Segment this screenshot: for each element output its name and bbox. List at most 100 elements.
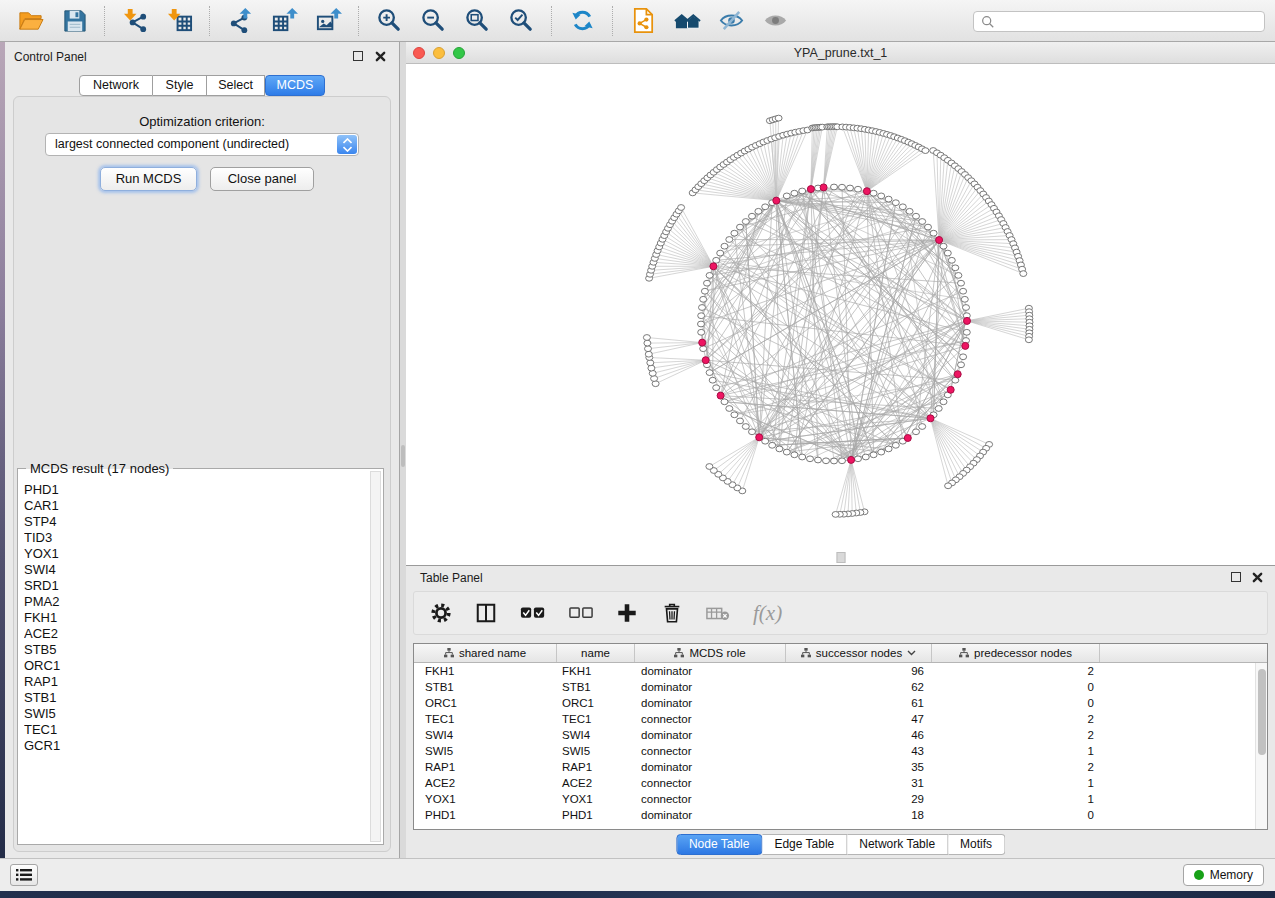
mcds-result-item[interactable]: STP4 — [24, 514, 367, 530]
network-title: YPA_prune.txt_1 — [406, 46, 1275, 60]
cell-MCDS-role: connector — [635, 775, 786, 791]
zoom-out-icon[interactable] — [418, 6, 448, 36]
clone-network-icon[interactable] — [628, 6, 658, 36]
mcds-result-item[interactable]: STB5 — [24, 642, 367, 658]
network-view-panel: YPA_prune.txt_1 — [406, 42, 1275, 565]
criterion-select[interactable]: largest connected component (undirected) — [45, 133, 359, 156]
mcds-result-item[interactable]: ACE2 — [24, 626, 367, 642]
mcds-result-item[interactable]: CAR1 — [24, 498, 367, 514]
mcds-list-scrollbar[interactable] — [370, 471, 381, 842]
cell-name: TEC1 — [557, 711, 635, 727]
mcds-result-item[interactable]: PHD1 — [24, 482, 367, 498]
open-file-icon[interactable] — [15, 6, 45, 36]
cell-MCDS-role: connector — [635, 791, 786, 807]
desktop-edge-bottom — [0, 891, 1275, 898]
table-scrollbar[interactable] — [1255, 663, 1267, 829]
cell-predecessor-nodes: 2 — [932, 759, 1100, 775]
select-all-icon[interactable] — [520, 604, 546, 622]
export-table-icon[interactable] — [269, 6, 299, 36]
splitter-handle[interactable] — [401, 445, 405, 467]
tab-style[interactable]: Style — [153, 75, 207, 96]
export-image-icon[interactable] — [313, 6, 343, 36]
cell-successor-nodes: 43 — [786, 743, 932, 759]
float-table-panel-icon[interactable] — [1231, 572, 1241, 582]
close-panel-icon[interactable] — [375, 51, 386, 62]
cell-predecessor-nodes: 1 — [932, 791, 1100, 807]
mcds-result-item[interactable]: FKH1 — [24, 610, 367, 626]
column-header-MCDS-role[interactable]: MCDS role — [635, 644, 786, 662]
close-table-panel-icon[interactable] — [1252, 572, 1263, 583]
tab-motifs[interactable]: Motifs — [948, 834, 1005, 855]
mcds-result-item[interactable]: TID3 — [24, 530, 367, 546]
zoom-fit-icon[interactable] — [462, 6, 492, 36]
memory-status-icon — [1194, 870, 1204, 880]
mcds-result-item[interactable]: PMA2 — [24, 594, 367, 610]
cell-name: ORC1 — [557, 695, 635, 711]
delete-icon[interactable] — [661, 602, 683, 624]
horizontal-splitter-handle[interactable] — [836, 552, 845, 563]
cell-name: PHD1 — [557, 807, 635, 823]
column-header-successor-nodes[interactable]: successor nodes — [786, 644, 932, 662]
mcds-result-item[interactable]: GCR1 — [24, 738, 367, 754]
table-row[interactable]: ACE2ACE2connector311 — [414, 775, 1267, 791]
table-row[interactable]: TEC1TEC1connector472 — [414, 711, 1267, 727]
close-panel-button[interactable]: Close panel — [210, 167, 314, 191]
column-header-name[interactable]: name — [557, 644, 635, 662]
table-row[interactable]: YOX1YOX1connector291 — [414, 791, 1267, 807]
home-networks-icon[interactable] — [672, 6, 702, 36]
memory-button[interactable]: Memory — [1183, 864, 1264, 886]
hide-graphics-icon[interactable] — [716, 6, 746, 36]
cell-predecessor-nodes: 2 — [932, 711, 1100, 727]
zoom-in-icon[interactable] — [374, 6, 404, 36]
tab-edge-table[interactable]: Edge Table — [762, 834, 847, 855]
mcds-result-list[interactable]: PHD1CAR1STP4TID3YOX1SWI4SRD1PMA2FKH1ACE2… — [24, 482, 367, 840]
import-table-icon[interactable] — [164, 6, 194, 36]
mcds-result-item[interactable]: TEC1 — [24, 722, 367, 738]
mcds-result-item[interactable]: SWI4 — [24, 562, 367, 578]
table-row[interactable]: SWI5SWI5connector431 — [414, 743, 1267, 759]
tab-mcds[interactable]: MCDS — [265, 75, 325, 96]
table-row[interactable]: FKH1FKH1dominator962 — [414, 663, 1267, 679]
show-columns-icon[interactable] — [475, 602, 497, 624]
mcds-result-item[interactable]: RAP1 — [24, 674, 367, 690]
tab-select[interactable]: Select — [207, 75, 265, 96]
task-history-button[interactable] — [10, 864, 38, 886]
mcds-result-item[interactable]: STB1 — [24, 690, 367, 706]
cell-predecessor-nodes: 0 — [932, 679, 1100, 695]
table-row[interactable]: RAP1RAP1dominator352 — [414, 759, 1267, 775]
cell-MCDS-role: connector — [635, 711, 786, 727]
tab-network[interactable]: Network — [79, 75, 153, 96]
table-scrollbar-thumb[interactable] — [1258, 669, 1266, 755]
table-row[interactable]: SWI4SWI4dominator462 — [414, 727, 1267, 743]
network-canvas[interactable] — [406, 64, 1275, 565]
export-network-icon[interactable] — [225, 6, 255, 36]
mcds-result-item[interactable]: SRD1 — [24, 578, 367, 594]
mcds-result-box: MCDS result (17 nodes) PHD1CAR1STP4TID3Y… — [17, 468, 384, 845]
save-icon[interactable] — [59, 6, 89, 36]
mcds-result-item[interactable]: SWI5 — [24, 706, 367, 722]
table-row[interactable]: PHD1PHD1dominator180 — [414, 807, 1267, 823]
cell-shared-name: SWI4 — [414, 727, 557, 743]
tab-node-table[interactable]: Node Table — [676, 834, 763, 855]
search-input[interactable] — [973, 11, 1265, 32]
cell-successor-nodes: 35 — [786, 759, 932, 775]
column-header-shared-name[interactable]: shared name — [414, 644, 557, 662]
import-network-icon[interactable] — [120, 6, 150, 36]
refresh-icon[interactable] — [567, 6, 597, 36]
column-header-predecessor-nodes[interactable]: predecessor nodes — [932, 644, 1100, 662]
tab-network-table[interactable]: Network Table — [847, 834, 948, 855]
table-settings-icon[interactable] — [430, 602, 452, 624]
mcds-result-item[interactable]: YOX1 — [24, 546, 367, 562]
float-panel-icon[interactable] — [353, 51, 363, 61]
add-icon[interactable] — [616, 602, 638, 624]
table-row[interactable]: STB1STB1dominator620 — [414, 679, 1267, 695]
deselect-all-icon[interactable] — [569, 605, 593, 621]
cell-MCDS-role: dominator — [635, 807, 786, 823]
zoom-selected-icon[interactable] — [506, 6, 536, 36]
mcds-result-item[interactable]: ORC1 — [24, 658, 367, 674]
table-header-row: shared namenameMCDS rolesuccessor nodesp… — [414, 644, 1267, 663]
cell-shared-name: ORC1 — [414, 695, 557, 711]
table-row[interactable]: ORC1ORC1dominator610 — [414, 695, 1267, 711]
function-builder-icon: f(x) — [753, 601, 782, 626]
run-mcds-button[interactable]: Run MCDS — [100, 167, 197, 191]
